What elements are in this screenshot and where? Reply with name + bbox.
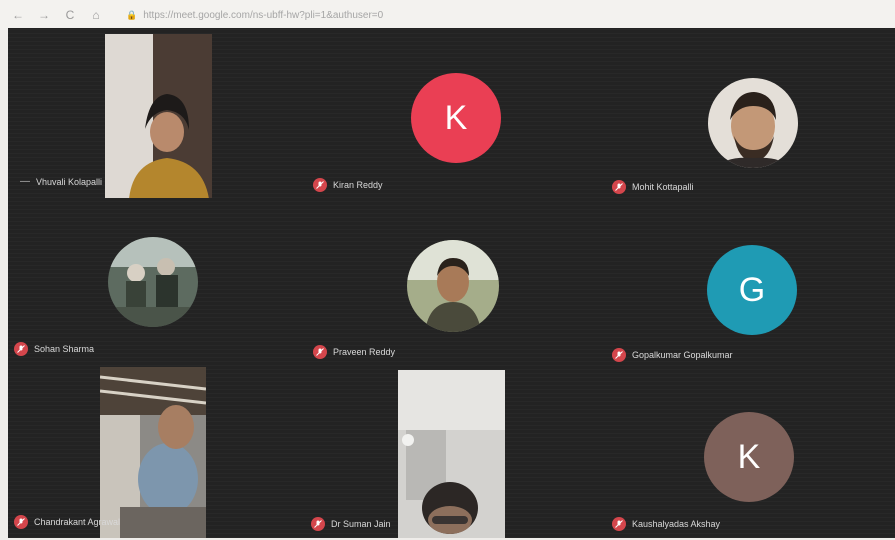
- home-icon[interactable]: ⌂: [88, 8, 104, 22]
- participant-name-row: Praveen Reddy: [313, 345, 395, 359]
- avatar: [108, 237, 198, 327]
- participant-name-row: Sohan Sharma: [14, 342, 94, 356]
- participant-tile[interactable]: Dr Suman Jain: [305, 367, 600, 538]
- participant-name: Vhuvali Kolapalli: [36, 176, 103, 187]
- mic-off-icon: [14, 342, 28, 356]
- forward-icon[interactable]: →: [36, 8, 52, 22]
- participant-tile[interactable]: Mohit Kottapalli: [602, 28, 895, 198]
- participant-tile[interactable]: Chandrakant Agrawal: [8, 367, 303, 538]
- participant-name: Gopalkumar Gopalkumar: [632, 350, 733, 360]
- avatar-letter: G: [738, 270, 766, 309]
- avatar: [708, 78, 798, 168]
- participant-tile[interactable]: Sohan Sharma: [8, 200, 303, 365]
- avatar: [407, 240, 499, 332]
- separator-dash: —: [20, 176, 30, 187]
- mic-off-icon: [612, 517, 626, 531]
- mic-off-icon: [612, 348, 626, 362]
- mic-off-icon: [313, 345, 327, 359]
- participant-name: Sohan Sharma: [34, 344, 95, 354]
- participant-tile[interactable]: G Gopalkumar Gopalkumar: [602, 200, 895, 365]
- avatar: K: [411, 73, 501, 163]
- avatar-letter: K: [444, 98, 468, 137]
- reload-icon[interactable]: C: [62, 8, 78, 22]
- video-feed: [105, 34, 212, 198]
- mic-off-icon: [612, 180, 626, 194]
- participant-name: Kaushalyadas Akshay: [632, 519, 721, 529]
- participant-name-row: Gopalkumar Gopalkumar: [612, 348, 733, 362]
- mic-off-icon: [311, 517, 325, 531]
- avatar: K: [704, 412, 794, 502]
- meeting-grid: — Vhuvali Kolapalli K Kiran Reddy Mohit …: [8, 28, 895, 538]
- avatar-letter: K: [737, 437, 761, 476]
- participant-name-row: Kaushalyadas Akshay: [612, 517, 720, 531]
- participant-tile[interactable]: K Kiran Reddy: [305, 28, 600, 198]
- participant-name: Praveen Reddy: [333, 347, 396, 357]
- video-feed: [398, 370, 505, 538]
- video-feed: [100, 367, 206, 538]
- participant-name: Dr Suman Jain: [331, 519, 391, 529]
- mic-off-icon: [313, 178, 327, 192]
- browser-toolbar: ← → C ⌂ 🔒 https://meet.google.com/ns-ubf…: [0, 0, 895, 30]
- address-bar[interactable]: 🔒 https://meet.google.com/ns-ubff-hw?pli…: [126, 10, 383, 21]
- lock-icon: 🔒: [126, 9, 138, 20]
- participant-name-row: — Vhuvali Kolapalli: [20, 176, 102, 187]
- participant-tile[interactable]: Praveen Reddy: [305, 200, 600, 365]
- participant-tile[interactable]: — Vhuvali Kolapalli: [8, 28, 303, 198]
- url-text: https://meet.google.com/ns-ubff-hw?pli=1…: [143, 9, 384, 21]
- participant-name-row: Chandrakant Agrawal: [14, 515, 120, 529]
- back-icon[interactable]: ←: [10, 8, 26, 22]
- participant-name-row: Dr Suman Jain: [311, 517, 391, 531]
- avatar: G: [707, 245, 797, 335]
- participant-name-row: Kiran Reddy: [313, 178, 383, 192]
- participant-name-row: Mohit Kottapalli: [612, 180, 694, 194]
- mic-off-icon: [14, 515, 28, 529]
- participant-name: Chandrakant Agrawal: [34, 517, 121, 527]
- participant-tile[interactable]: K Kaushalyadas Akshay: [602, 367, 895, 538]
- participant-name: Mohit Kottapalli: [632, 182, 694, 192]
- participant-name: Kiran Reddy: [333, 180, 383, 190]
